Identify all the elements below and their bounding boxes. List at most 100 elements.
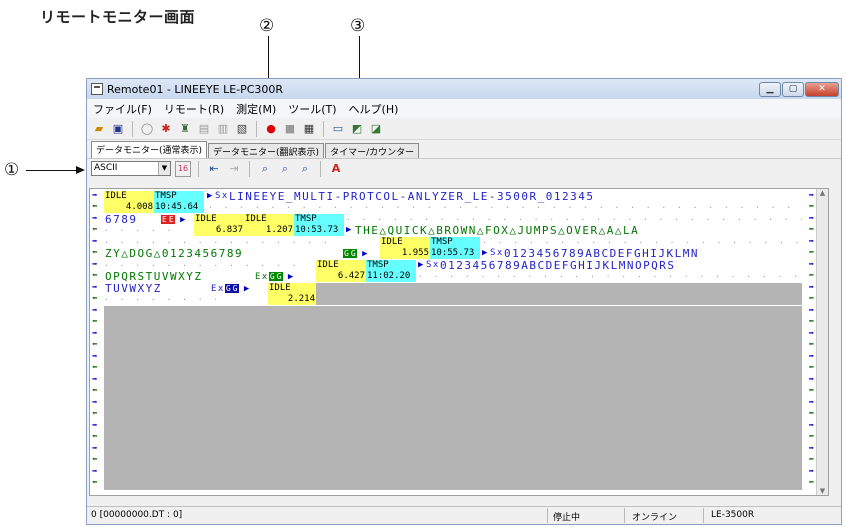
app-window: Remote01 - LINEEYE LE-PC300R ▁ ▢ ✕ ファイル(… xyxy=(86,78,842,525)
line2-recv-row: ⬅ · · · · · · · · · · · 6.837 1.207 10:5… xyxy=(90,225,816,236)
ex-marker: ExG G ▶ xyxy=(211,284,250,294)
recv-arrow-icon: ⬅ xyxy=(92,202,98,212)
send-arrow-icon: ➡ xyxy=(92,421,98,431)
dots-placeholder: · · · · · · · · · · · · · · · · · · · · … xyxy=(418,272,802,281)
settings-icon[interactable]: ◩ xyxy=(349,121,365,137)
line-left-icon[interactable]: ⇤ xyxy=(206,161,222,177)
recv-arrow-icon: ⬅ xyxy=(808,386,814,396)
idle-label: IDLE xyxy=(104,191,154,202)
connect-icon[interactable]: ◯ xyxy=(139,121,155,137)
send-arrow-icon: ➡ xyxy=(808,306,814,316)
menu-tools[interactable]: ツール(T) xyxy=(288,101,336,117)
send-arrow-icon: ➡ xyxy=(808,329,814,339)
disconnect-icon[interactable]: ✱ xyxy=(158,121,174,137)
minimize-button[interactable]: ▁ xyxy=(759,81,781,97)
sx-marker: Sx xyxy=(426,260,440,270)
stop-icon[interactable]: ■ xyxy=(282,121,298,137)
tab-strip: データモニター(通常表示) データモニター(翻訳表示) タイマー/カウンター xyxy=(87,140,841,158)
flag-icon: ▶ xyxy=(346,225,352,235)
monitor-icon[interactable]: ▭ xyxy=(330,121,346,137)
line3-recv-row: ⬅ ZY△DOG△0123456789 GG ▶ 1.955 10:55.73 … xyxy=(90,248,816,259)
empty-row: ➡ ➡ xyxy=(90,352,816,363)
send-arrow-icon: ➡ xyxy=(92,260,98,270)
line3-data-head: ZY△DOG△0123456789 xyxy=(105,247,244,260)
status-state: 停止中 xyxy=(553,513,581,523)
empty-row: ⬅ ⬅ xyxy=(90,432,816,444)
open-icon[interactable]: ▰ xyxy=(91,121,107,137)
print-icon[interactable]: ▦ xyxy=(301,121,317,137)
empty-area xyxy=(104,363,802,375)
empty-row: ⬅ ⬅ xyxy=(90,409,816,421)
tab-timer-counter[interactable]: タイマー/カウンター xyxy=(325,143,420,158)
status-model: LE-3500R xyxy=(711,510,755,520)
recv-arrow-icon: ⬅ xyxy=(92,294,98,304)
save-icon[interactable]: ▣ xyxy=(110,121,126,137)
tab-monitor-normal[interactable]: データモニター(通常表示) xyxy=(91,141,208,158)
timestamp-value: 10:55.73 xyxy=(430,248,480,259)
recv-arrow-icon: ⬅ xyxy=(92,432,98,442)
status-separator xyxy=(624,508,625,523)
empty-row: ➡ ➡ xyxy=(90,444,816,455)
recv-arrow-icon: ⬅ xyxy=(92,340,98,350)
empty-area xyxy=(104,375,802,386)
font-icon[interactable]: A xyxy=(328,161,344,177)
callout-2: ② xyxy=(259,16,275,36)
callout-3: ③ xyxy=(350,16,366,36)
send-arrow-icon: ➡ xyxy=(808,352,814,362)
toolbar-separator xyxy=(323,120,324,137)
line3-data: 0123456789ABCDEFGHIJKLMN xyxy=(504,247,699,260)
menu-help[interactable]: ヘルプ(H) xyxy=(349,101,399,117)
menu-file[interactable]: ファイル(F) xyxy=(93,101,152,117)
recv-arrow-icon: ⬅ xyxy=(808,225,814,235)
code-select[interactable]: ASCII ▼ xyxy=(91,161,171,176)
recv-arrow-icon: ⬅ xyxy=(808,317,814,327)
settings2-icon[interactable]: ◪ xyxy=(368,121,384,137)
find-next-icon[interactable]: ⌕ xyxy=(277,161,293,177)
menu-bar: ファイル(F) リモート(R) 測定(M) ツール(T) ヘルプ(H) xyxy=(87,99,841,118)
hex-icon[interactable]: 16 xyxy=(175,160,191,177)
record-icon[interactable]: ● xyxy=(263,121,279,137)
empty-row: ⬅ ⬅ xyxy=(90,317,816,329)
data-monitor-area[interactable]: ➡ IDLE TMSP ▶ Sx LINEEYE_MULTI-PROTCOL-A… xyxy=(89,188,829,496)
title-bar[interactable]: Remote01 - LINEEYE LE-PC300R ▁ ▢ ✕ xyxy=(87,79,841,99)
empty-row: ⬅ ⬅ xyxy=(90,478,816,490)
recv-arrow-icon: ⬅ xyxy=(808,432,814,442)
recv-arrow-icon: ⬅ xyxy=(808,363,814,373)
sx-marker: Sx xyxy=(215,191,229,201)
tmsp-label: TMSP xyxy=(366,260,416,271)
close-button[interactable]: ✕ xyxy=(805,81,839,97)
maximize-button[interactable]: ▢ xyxy=(782,81,804,97)
tab-monitor-translated[interactable]: データモニター(翻訳表示) xyxy=(208,143,325,158)
toolbar-separator xyxy=(249,160,250,177)
empty-area xyxy=(104,421,802,432)
flag-icon: ▶ xyxy=(207,191,213,201)
recv-arrow-icon: ⬅ xyxy=(92,225,98,235)
find-prev-icon[interactable]: ⌕ xyxy=(297,161,313,177)
line-right-icon[interactable]: ⇥ xyxy=(226,161,242,177)
send-arrow-icon: ➡ xyxy=(808,214,814,224)
send-arrow-icon: ➡ xyxy=(92,467,98,477)
paste-icon[interactable]: ▥ xyxy=(215,121,231,137)
menu-remote[interactable]: リモート(R) xyxy=(164,101,224,117)
empty-row: ➡ ➡ xyxy=(90,306,816,317)
line1-recv-row: ⬅ 4.008 10:45.64 · · · · · · · · · · · ·… xyxy=(90,202,816,213)
tmsp-label: TMSP xyxy=(294,214,344,225)
recv-arrow-icon: ⬅ xyxy=(92,271,98,281)
line5-send-row: ➡ TUVWXYZ ExG G ▶ IDLE ➡ xyxy=(90,283,816,294)
remote-icon[interactable]: ♜ xyxy=(177,121,193,137)
empty-row: ➡ ➡ xyxy=(90,398,816,409)
vertical-scrollbar[interactable]: ▲ ▼ xyxy=(816,189,828,495)
empty-row: ➡ ➡ xyxy=(90,467,816,478)
idle-label: IDLE xyxy=(194,214,244,225)
empty-area xyxy=(104,432,802,444)
recv-arrow-icon: ⬅ xyxy=(808,271,814,281)
copy-icon[interactable]: ▤ xyxy=(196,121,212,137)
find-icon[interactable]: ⌕ xyxy=(257,161,273,177)
status-bar: 0 [00000000.DT : 0] 停止中 オンライン LE-3500R xyxy=(87,506,841,524)
recv-arrow-icon: ⬅ xyxy=(808,202,814,212)
window-icon[interactable]: ▧ xyxy=(234,121,250,137)
send-arrow-icon: ➡ xyxy=(92,329,98,339)
line4-recv-row: ⬅ OPQRSTUVWXYZ ExG G ▶ 6.427 11:02.20 · ·… xyxy=(90,271,816,282)
empty-area xyxy=(104,352,802,363)
menu-measure[interactable]: 測定(M) xyxy=(236,101,276,117)
